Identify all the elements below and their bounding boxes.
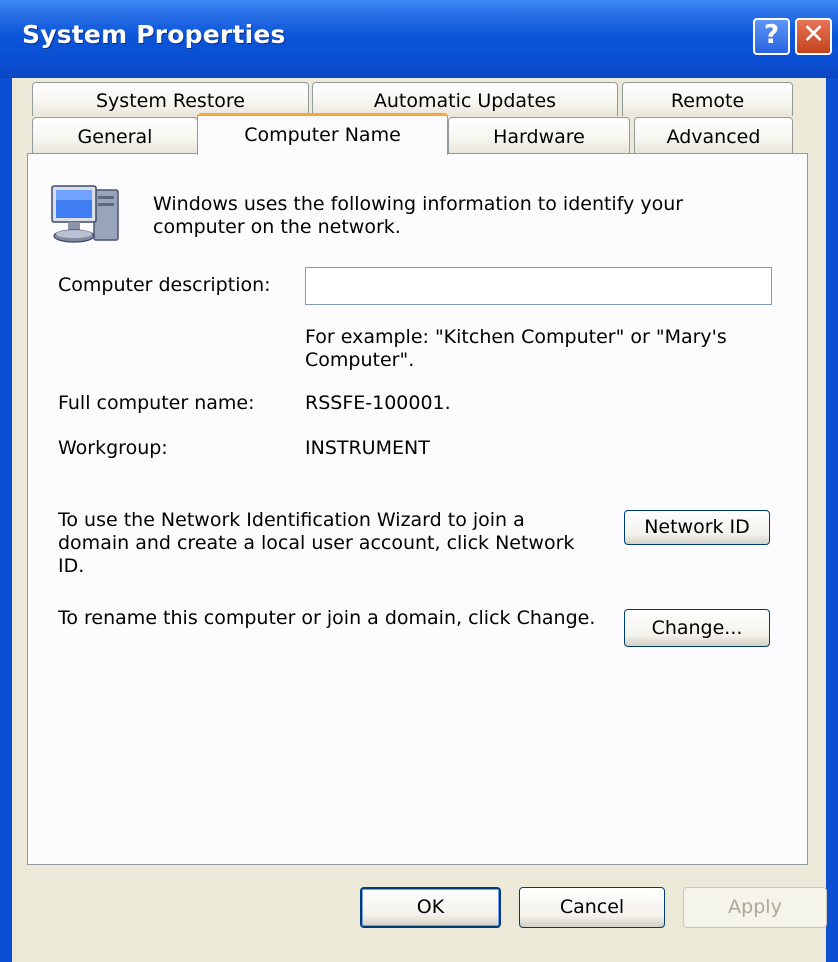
tab-automatic-updates[interactable]: Automatic Updates — [312, 82, 618, 116]
tab-label: System Restore — [96, 90, 245, 112]
window-border-right — [826, 78, 838, 962]
tab-remote[interactable]: Remote — [622, 82, 793, 116]
workgroup-label: Workgroup: — [58, 437, 168, 459]
tab-label: Hardware — [493, 126, 585, 148]
tab-label: Automatic Updates — [373, 90, 557, 112]
computer-description-input[interactable] — [305, 267, 772, 305]
full-computer-name-value: RSSFE-100001. — [305, 392, 451, 414]
network-id-description: To use the Network Identification Wizard… — [58, 509, 575, 577]
tab-advanced[interactable]: Advanced — [634, 117, 793, 153]
tab-hardware[interactable]: Hardware — [448, 117, 630, 153]
network-id-button[interactable]: Network ID — [624, 510, 770, 545]
workgroup-value: INSTRUMENT — [305, 437, 430, 459]
computer-name-panel: Windows uses the following information t… — [27, 153, 808, 865]
tab-label: Computer Name — [244, 124, 401, 146]
computer-network-icon — [51, 185, 119, 243]
system-properties-window: System Properties ? ✕ System Restore Aut… — [0, 0, 838, 962]
tab-label: Remote — [670, 90, 745, 112]
cancel-button[interactable]: Cancel — [519, 887, 665, 928]
rename-description: To rename this computer or join a domain… — [58, 607, 596, 629]
example-text: For example: "Kitchen Computer" or "Mary… — [305, 326, 727, 371]
window-border-left — [0, 78, 12, 962]
window-title: System Properties — [22, 20, 286, 49]
computer-description-label: Computer description: — [58, 274, 271, 296]
apply-button[interactable]: Apply — [683, 887, 827, 928]
tab-computer-name[interactable]: Computer Name — [197, 113, 448, 155]
help-button[interactable]: ? — [753, 18, 790, 55]
title-bar[interactable]: System Properties ? ✕ — [0, 0, 838, 78]
ok-button[interactable]: OK — [360, 887, 501, 928]
close-button[interactable]: ✕ — [795, 18, 832, 55]
intro-text: Windows uses the following information t… — [153, 193, 684, 238]
tab-system-restore[interactable]: System Restore — [32, 82, 309, 116]
change-button[interactable]: Change... — [624, 609, 770, 647]
full-computer-name-label: Full computer name: — [58, 392, 255, 414]
tab-general[interactable]: General — [32, 117, 198, 153]
tab-label: General — [77, 126, 153, 148]
tab-label: Advanced — [666, 126, 761, 148]
